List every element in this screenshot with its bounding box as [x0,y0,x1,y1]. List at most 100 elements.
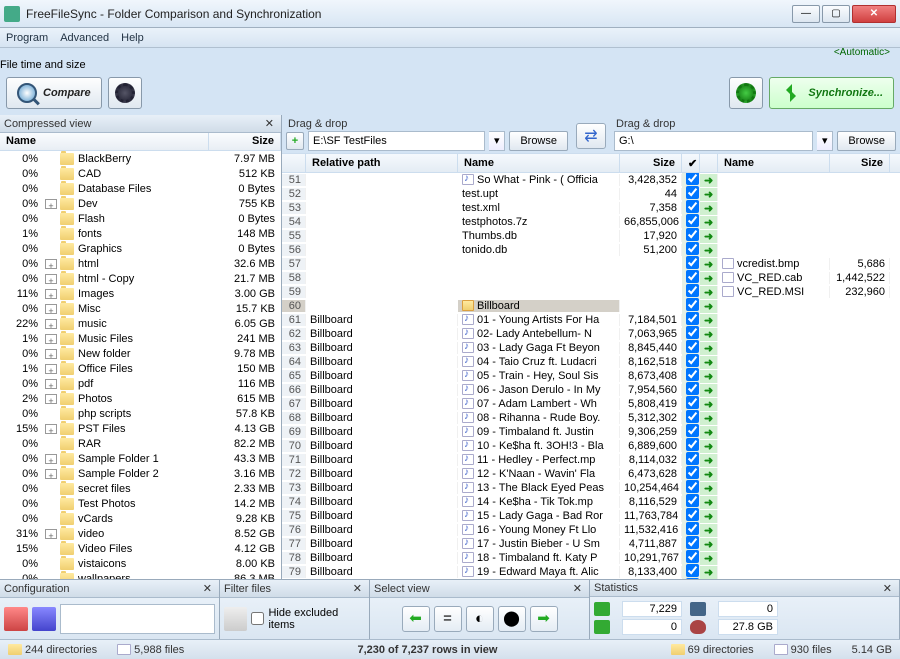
tree-row[interactable]: 31%+video8.52 GB [0,526,281,541]
row-checkbox[interactable] [686,410,699,423]
grid-row[interactable]: 65Billboard05 - Train - Hey, Soul Sis8,6… [282,369,900,383]
row-checkbox[interactable] [686,452,699,465]
tree-row[interactable]: 22%+music6.05 GB [0,316,281,331]
expand-icon[interactable]: + [45,289,57,299]
right-path-input[interactable] [614,131,813,151]
left-browse-button[interactable]: Browse [509,131,568,151]
col-check[interactable]: ✔ [682,154,700,172]
grid-row[interactable]: 63Billboard03 - Lady Gaga Ft Beyon8,845,… [282,341,900,355]
row-checkbox[interactable] [686,354,699,367]
row-checkbox[interactable] [686,214,699,227]
tree-row[interactable]: 0%Graphics0 Bytes [0,241,281,256]
expand-icon[interactable]: + [45,394,57,404]
grid-row[interactable]: 75Billboard15 - Lady Gaga - Bad Ror11,76… [282,509,900,523]
expand-icon[interactable]: + [45,424,57,434]
expand-icon[interactable]: + [45,529,57,539]
row-checkbox[interactable] [686,186,699,199]
grid-row[interactable]: 61Billboard01 - Young Artists For Ha7,18… [282,313,900,327]
row-checkbox[interactable] [686,173,699,185]
stats-close-icon[interactable]: ✕ [880,582,895,595]
tree-row[interactable]: 0%vCards9.28 KB [0,511,281,526]
row-checkbox[interactable] [686,326,699,339]
row-checkbox[interactable] [686,382,699,395]
expand-icon[interactable]: + [45,199,57,209]
tree-row[interactable]: 0%Flash0 Bytes [0,211,281,226]
grid-row[interactable]: 70Billboard10 - Ke$ha ft. 3OH!3 - Bla6,8… [282,439,900,453]
tree-row[interactable]: 1%fonts148 MB [0,226,281,241]
tree-row[interactable]: 0%+pdf116 MB [0,376,281,391]
expand-icon[interactable]: + [45,454,57,464]
view-none-button[interactable]: ⬤ [498,606,526,632]
maximize-button[interactable]: ▢ [822,5,850,23]
expand-icon[interactable]: + [45,334,57,344]
grid-row[interactable]: 79Billboard19 - Edward Maya ft. Alic8,13… [282,565,900,579]
tree-row[interactable]: 0%+Sample Folder 143.3 MB [0,451,281,466]
tree-row[interactable]: 0%+html32.6 MB [0,256,281,271]
grid-row[interactable]: 55Thumbs.db17,920➜ [282,229,900,243]
tree-row[interactable]: 0%+Sample Folder 23.16 MB [0,466,281,481]
tree-row[interactable]: 0%+New folder9.78 MB [0,346,281,361]
close-button[interactable]: ✕ [852,5,896,23]
swap-sides-button[interactable]: ⇄ [576,123,606,149]
grid-row[interactable]: 67Billboard07 - Adam Lambert - Wh5,808,4… [282,397,900,411]
col-size[interactable]: Size [620,154,682,172]
grid-row[interactable]: 66Billboard06 - Jason Derulo - In My7,95… [282,383,900,397]
right-browse-button[interactable]: Browse [837,131,896,151]
expand-icon[interactable]: + [45,259,57,269]
tree-row[interactable]: 15%+PST Files4.13 GB [0,421,281,436]
expand-icon[interactable]: + [45,469,57,479]
grid-row[interactable]: 56tonido.db51,200➜ [282,243,900,257]
tree-row[interactable]: 0%+Misc15.7 KB [0,301,281,316]
sync-settings-button[interactable] [729,77,763,109]
grid-row[interactable]: 52test.upt44➜ [282,187,900,201]
tree-close-icon[interactable]: ✕ [262,117,277,130]
row-checkbox[interactable] [686,228,699,241]
left-path-dropdown[interactable]: ▾ [489,131,505,151]
grid-row[interactable]: 58➜VC_RED.cab1,442,522 [282,271,900,285]
row-checkbox[interactable] [686,550,699,563]
tree-row[interactable]: 0%RAR82.2 MB [0,436,281,451]
config-list[interactable] [60,604,215,634]
tree-row[interactable]: 0%+html - Copy21.7 MB [0,271,281,286]
left-path-input[interactable] [308,131,485,151]
filter-settings-button[interactable] [224,607,247,631]
tree-row[interactable]: 1%+Music Files241 MB [0,331,281,346]
grid-row[interactable]: 77Billboard17 - Justin Bieber - U Sm4,71… [282,537,900,551]
grid-row[interactable]: 74Billboard14 - Ke$ha - Tik Tok.mp8,116,… [282,495,900,509]
grid-row[interactable]: 72Billboard12 - K'Naan - Wavin' Fla6,473… [282,467,900,481]
row-checkbox[interactable] [686,312,699,325]
menu-program[interactable]: Program [6,32,48,44]
grid-row[interactable]: 64Billboard04 - Taio Cruz ft. Ludacri8,1… [282,355,900,369]
tree-row[interactable]: 15%Video Files4.12 GB [0,541,281,556]
col-size2[interactable]: Size [830,154,890,172]
row-checkbox[interactable] [686,298,699,311]
expand-icon[interactable]: + [45,304,57,314]
grid-row[interactable]: 51So What - Pink - ( Officia3,428,352➜ [282,173,900,187]
view-left-button[interactable]: ⬅ [402,606,430,632]
tree-row[interactable]: 0%Test Photos14.2 MB [0,496,281,511]
grid-row[interactable]: 54testphotos.7z66,855,006➜ [282,215,900,229]
tree-col-name[interactable]: Name [0,133,209,150]
row-checkbox[interactable] [686,480,699,493]
grid-row[interactable]: 73Billboard13 - The Black Eyed Peas10,25… [282,481,900,495]
view-equal-button[interactable]: = [434,606,462,632]
expand-icon[interactable]: + [45,349,57,359]
tree-row[interactable]: 11%+Images3.00 GB [0,286,281,301]
menu-advanced[interactable]: Advanced [60,32,109,44]
row-checkbox[interactable] [686,284,699,297]
row-checkbox[interactable] [686,242,699,255]
row-checkbox[interactable] [686,270,699,283]
view-diff-button[interactable]: ◐ [466,606,494,632]
grid-row[interactable]: 53test.xml7,358➜ [282,201,900,215]
hide-excluded-checkbox[interactable]: Hide excluded items [251,607,365,631]
grid-body[interactable]: 51So What - Pink - ( Officia3,428,352➜52… [282,173,900,579]
save-config-button[interactable] [32,607,56,631]
tree-row[interactable]: 0%secret files2.33 MB [0,481,281,496]
compare-settings-button[interactable] [108,77,142,109]
tree-body[interactable]: 0%BlackBerry7.97 MB0%CAD512 KB0%Database… [0,151,281,579]
expand-icon[interactable]: + [45,379,57,389]
tree-row[interactable]: 0%php scripts57.8 KB [0,406,281,421]
row-checkbox[interactable] [686,424,699,437]
tree-row[interactable]: 0%Database Files0 Bytes [0,181,281,196]
right-path-dropdown[interactable]: ▾ [817,131,833,151]
